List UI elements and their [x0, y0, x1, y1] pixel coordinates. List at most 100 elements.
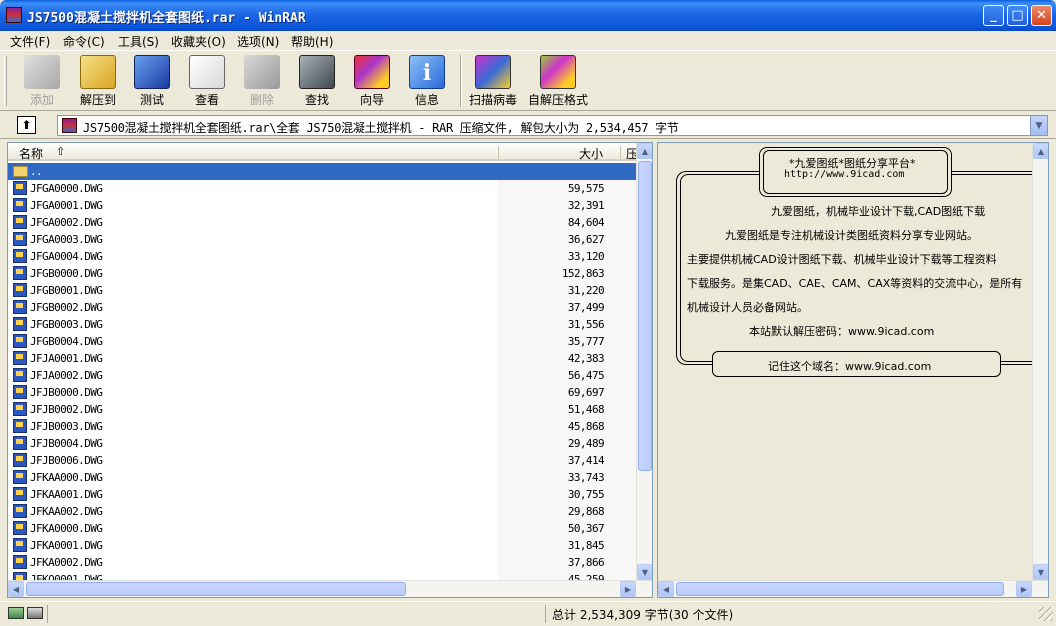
file-row[interactable]: JFKAA002.DWG 29,868 — [8, 503, 638, 520]
file-row[interactable]: JFGB0002.DWG 37,499 — [8, 299, 638, 316]
file-row[interactable]: JFJB0000.DWG 69,697 — [8, 384, 638, 401]
scan-virus-button[interactable]: 扫描病毒 — [465, 53, 521, 109]
dwg-file-icon — [13, 232, 27, 246]
file-row[interactable]: JFJB0002.DWG 51,468 — [8, 401, 638, 418]
test-label: 测试 — [139, 93, 164, 107]
file-row[interactable]: JFGB0000.DWG 152,863 — [8, 265, 638, 282]
file-size: 33,120 — [567, 250, 605, 263]
scroll-left-button[interactable]: ◀ — [8, 581, 24, 597]
file-row[interactable]: JFKQ0001.DWG 45,259 — [8, 571, 638, 580]
folder-icon — [13, 166, 28, 177]
up-folder-button[interactable]: ⬆ — [17, 116, 36, 134]
scroll-up-button[interactable]: ▲ — [1033, 143, 1048, 159]
file-row[interactable]: JFGA0000.DWG 59,575 — [8, 180, 638, 197]
sfx-button[interactable]: 自解压格式 — [527, 53, 589, 109]
file-row[interactable]: JFKAA000.DWG 33,743 — [8, 469, 638, 486]
wizard-button[interactable]: 向导 — [345, 53, 399, 109]
minimize-button[interactable]: _ — [983, 5, 1004, 26]
view-button[interactable]: 查看 — [180, 53, 234, 109]
extract-to-button[interactable]: 解压到 — [71, 53, 125, 109]
comment-vscroll[interactable]: ▲ ▼ — [1032, 143, 1048, 580]
file-row[interactable]: JFGA0002.DWG 84,604 — [8, 214, 638, 231]
menu-commands[interactable]: 命令(C) — [63, 33, 105, 50]
file-row[interactable]: JFGA0004.DWG 33,120 — [8, 248, 638, 265]
comment-hscroll[interactable]: ◀ ▶ — [658, 580, 1048, 597]
dwg-file-icon — [13, 402, 27, 416]
menu-tools[interactable]: 工具(S) — [118, 33, 159, 50]
file-row[interactable]: JFKAA001.DWG 30,755 — [8, 486, 638, 503]
info-button[interactable]: i 信息 — [400, 53, 454, 109]
column-divider[interactable] — [620, 146, 621, 159]
scroll-left-button[interactable]: ◀ — [658, 581, 674, 597]
add-button[interactable]: 添加 — [15, 53, 69, 109]
comment-pane: *九爱图纸*图纸分享平台* http://www.9icad.com 九爱图纸，… — [657, 142, 1049, 598]
file-size: 29,489 — [567, 437, 605, 450]
menu-file[interactable]: 文件(F) — [10, 33, 50, 50]
dwg-file-icon — [13, 266, 27, 280]
sfx-icon — [540, 55, 576, 89]
dwg-file-icon — [13, 487, 27, 501]
dwg-file-icon — [13, 470, 27, 484]
toolbar-grip[interactable] — [4, 56, 7, 106]
file-row[interactable]: JFGB0003.DWG 31,556 — [8, 316, 638, 333]
maximize-button[interactable]: □ — [1007, 5, 1028, 26]
hscroll-thumb[interactable] — [26, 582, 406, 596]
dwg-file-icon — [13, 249, 27, 263]
wizard-label: 向导 — [359, 93, 384, 107]
test-button[interactable]: 测试 — [125, 53, 179, 109]
scroll-down-button[interactable]: ▼ — [1033, 564, 1048, 580]
dwg-file-icon — [13, 538, 27, 552]
extract-to-label: 解压到 — [79, 93, 116, 107]
file-row[interactable]: JFJA0002.DWG 56,475 — [8, 367, 638, 384]
scroll-right-button[interactable]: ▶ — [1016, 581, 1032, 597]
column-divider[interactable] — [498, 146, 499, 159]
menu-favorites[interactable]: 收藏夹(O) — [171, 33, 226, 50]
status-divider — [545, 605, 546, 623]
delete-button[interactable]: 删除 — [235, 53, 289, 109]
menu-options[interactable]: 选项(N) — [237, 33, 279, 50]
file-row[interactable]: JFKA0002.DWG 37,866 — [8, 554, 638, 571]
file-list-vscroll[interactable]: ▲ ▼ — [636, 143, 652, 580]
file-row[interactable]: JFGB0004.DWG 35,777 — [8, 333, 638, 350]
file-row[interactable]: JFJB0003.DWG 45,868 — [8, 418, 638, 435]
column-name[interactable]: 名称 — [19, 145, 43, 162]
file-name: JFJB0000.DWG — [30, 386, 103, 399]
file-row[interactable]: JFKA0000.DWG 50,367 — [8, 520, 638, 537]
lock-icon[interactable] — [27, 607, 43, 619]
comment-line: 九爱图纸是专注机械设计类图纸资料分享专业网站。 — [725, 229, 978, 242]
file-row[interactable]: JFGA0003.DWG 36,627 — [8, 231, 638, 248]
file-row[interactable]: JFJB0006.DWG 37,414 — [8, 452, 638, 469]
file-size: 37,414 — [567, 454, 605, 467]
drive-icon[interactable] — [8, 607, 24, 619]
file-list-hscroll[interactable]: ◀ ▶ — [8, 580, 652, 597]
file-rows: .. JFGA0000.DWG 59,575 JFGA0001.DWG 32,391 JF… — [8, 163, 638, 580]
dwg-file-icon — [13, 555, 27, 569]
resize-grip[interactable] — [1039, 607, 1053, 621]
find-button[interactable]: 查找 — [290, 53, 344, 109]
menu-help[interactable]: 帮助(H) — [291, 33, 333, 50]
file-size: 31,845 — [567, 539, 605, 552]
file-row[interactable]: JFJA0001.DWG 42,383 — [8, 350, 638, 367]
file-row[interactable]: JFGA0001.DWG 32,391 — [8, 197, 638, 214]
file-size: 30,755 — [567, 488, 605, 501]
close-button[interactable]: ✕ — [1031, 5, 1052, 26]
file-row[interactable]: JFKA0001.DWG 31,845 — [8, 537, 638, 554]
info-label: 信息 — [414, 93, 439, 107]
path-combobox[interactable]: JS7500混凝土搅拌机全套图纸.rar\全套 JS750混凝土搅拌机 - RA… — [57, 115, 1048, 136]
parent-folder-row[interactable]: .. — [8, 163, 636, 180]
scroll-up-button[interactable]: ▲ — [637, 143, 652, 159]
file-name: .. — [30, 165, 43, 178]
vscroll-thumb[interactable] — [638, 161, 652, 471]
dwg-file-icon — [13, 334, 27, 348]
column-size[interactable]: 大小 — [579, 145, 603, 162]
file-row[interactable]: JFGB0001.DWG 31,220 — [8, 282, 638, 299]
hscroll-thumb[interactable] — [676, 582, 1004, 596]
path-dropdown-button[interactable]: ▼ — [1030, 116, 1047, 135]
file-name: JFKA0001.DWG — [30, 539, 103, 552]
scroll-right-button[interactable]: ▶ — [620, 581, 636, 597]
scroll-down-button[interactable]: ▼ — [637, 564, 652, 580]
file-row[interactable]: JFJB0004.DWG 29,489 — [8, 435, 638, 452]
menu-bar: 文件(F) 命令(C) 工具(S) 收藏夹(O) 选项(N) 帮助(H) — [0, 31, 1056, 50]
winrar-icon[interactable] — [6, 7, 22, 23]
file-name: JFKAA002.DWG — [30, 505, 103, 518]
